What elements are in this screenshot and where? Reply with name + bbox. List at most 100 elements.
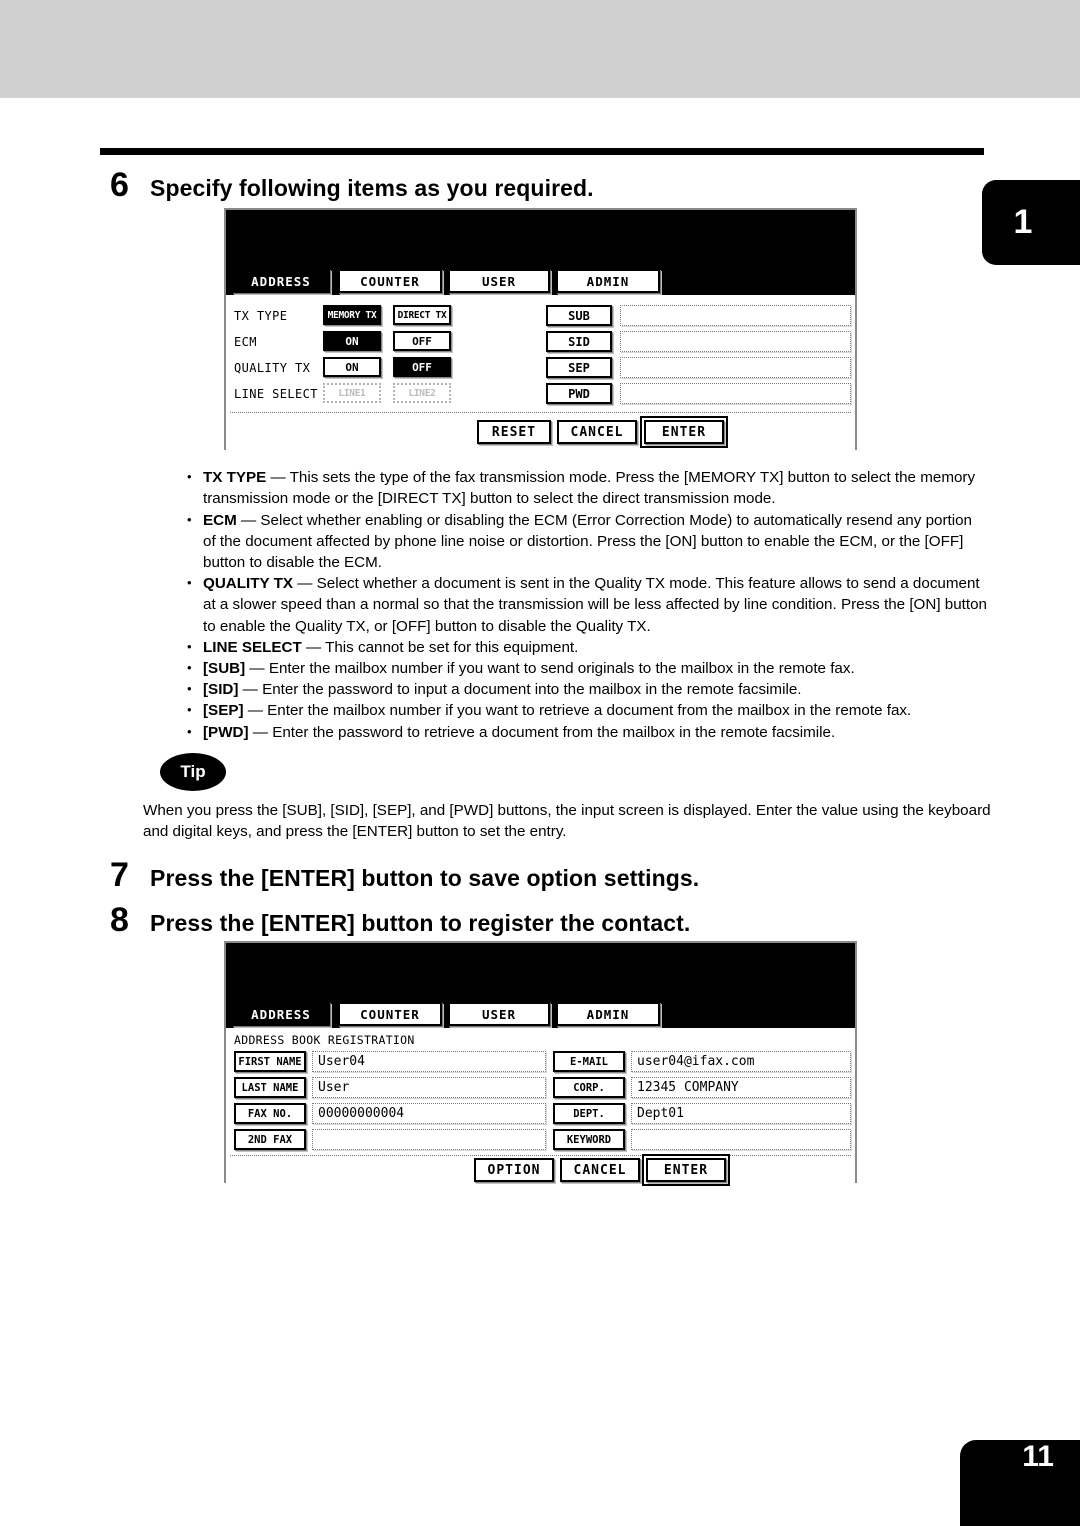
step-7-text: Press the [ENTER] button to save option … — [150, 865, 700, 891]
bullet-term: [PWD] — [203, 723, 249, 741]
field-sub[interactable] — [620, 305, 851, 326]
button-first-name[interactable]: FIRST NAME — [234, 1051, 306, 1072]
chapter-marker: 1 — [982, 180, 1080, 265]
button-fax-no[interactable]: FAX NO. — [234, 1103, 306, 1124]
list-item: [SUB] — Enter the mailbox number if you … — [183, 657, 988, 679]
page-header-band — [0, 0, 1080, 98]
bullet-text: — Enter the password to input a document… — [238, 681, 802, 699]
button-last-name[interactable]: LAST NAME — [234, 1077, 306, 1098]
step-8-text: Press the [ENTER] button to register the… — [150, 910, 691, 936]
button-dept[interactable]: DEPT. — [553, 1103, 625, 1124]
option-button[interactable]: OPTION — [474, 1158, 554, 1182]
option-description-list: TX TYPE — This sets the type of the fax … — [143, 466, 988, 743]
button-2nd-fax[interactable]: 2ND FAX — [234, 1129, 306, 1150]
tip-text: When you press the [SUB], [SID], [SEP], … — [143, 802, 991, 841]
button-quality-tx-off[interactable]: OFF — [393, 357, 451, 377]
button-pwd[interactable]: PWD — [546, 383, 612, 404]
page-number: 11 — [960, 1440, 1080, 1526]
button-direct-tx[interactable]: DIRECT TX — [393, 305, 451, 325]
bullet-text: — This cannot be set for this equipment. — [301, 638, 579, 656]
field-corp[interactable]: 12345 COMPANY — [631, 1077, 851, 1098]
button-keyword[interactable]: KEYWORD — [553, 1129, 625, 1150]
field-first-name[interactable]: User04 — [312, 1051, 546, 1072]
button-line2: LINE2 — [393, 383, 451, 403]
list-item: TX TYPE — This sets the type of the fax … — [183, 466, 988, 509]
tip-badge-wrap: Tip — [160, 753, 226, 791]
bullet-term: [SID] — [203, 681, 239, 699]
tab-address[interactable]: ADDRESS — [232, 1002, 330, 1026]
panel2-tab-bar: ADDRESS COUNTER USER ADMIN — [226, 1000, 855, 1028]
button-email[interactable]: E-MAIL — [553, 1051, 625, 1072]
bullet-term: LINE SELECT — [203, 638, 302, 656]
tab-address[interactable]: ADDRESS — [232, 269, 330, 293]
field-email[interactable]: user04@ifax.com — [631, 1051, 851, 1072]
list-item: LINE SELECT — This cannot be set for thi… — [183, 636, 988, 658]
field-sid[interactable] — [620, 331, 851, 352]
reset-button[interactable]: RESET — [477, 420, 551, 444]
step-8-number: 8 — [110, 901, 129, 939]
button-ecm-on[interactable]: ON — [323, 331, 381, 351]
field-keyword[interactable] — [631, 1129, 851, 1150]
list-item: [SEP] — Enter the mailbox number if you … — [183, 699, 988, 721]
bullet-text: — Enter the password to retrieve a docum… — [248, 723, 836, 741]
step-7-number: 7 — [110, 856, 129, 894]
field-fax-no[interactable]: 00000000004 — [312, 1103, 546, 1124]
panel2-body: ADDRESS BOOK REGISTRATION FIRST NAME Use… — [226, 1028, 855, 1186]
cancel-button[interactable]: CANCEL — [560, 1158, 640, 1182]
panel2-status-area — [226, 943, 855, 1000]
step-7-heading: 7 Press the [ENTER] button to save optio… — [110, 858, 699, 892]
list-item: [PWD] — Enter the password to retrieve a… — [183, 721, 988, 743]
button-corp[interactable]: CORP. — [553, 1077, 625, 1098]
label-ecm: ECM — [234, 335, 257, 349]
label-line-select: LINE SELECT — [234, 387, 318, 401]
tab-counter[interactable]: COUNTER — [338, 1002, 442, 1026]
bullet-text: — This sets the type of the fax transmis… — [203, 469, 976, 508]
button-line1: LINE1 — [323, 383, 381, 403]
button-sub[interactable]: SUB — [546, 305, 612, 326]
tab-counter[interactable]: COUNTER — [338, 269, 442, 293]
step-6-number: 6 — [110, 166, 129, 204]
bullet-term: QUALITY TX — [203, 575, 294, 593]
tab-admin[interactable]: ADMIN — [556, 1002, 660, 1026]
field-last-name[interactable]: User — [312, 1077, 546, 1098]
field-pwd[interactable] — [620, 383, 851, 404]
tip-badge: Tip — [160, 753, 226, 791]
bullet-text: — Enter the mailbox number if you want t… — [245, 660, 855, 678]
field-sep[interactable] — [620, 357, 851, 378]
bullet-term: [SEP] — [203, 702, 244, 720]
tab-user[interactable]: USER — [448, 1002, 550, 1026]
address-book-registration-screen: ADDRESS COUNTER USER ADMIN ADDRESS BOOK … — [224, 941, 857, 1186]
bullet-text: — Select whether a document is sent in t… — [203, 575, 987, 635]
step-6-heading: 6 Specify following items as you require… — [110, 168, 594, 202]
button-quality-tx-on[interactable]: ON — [323, 357, 381, 377]
tab-admin[interactable]: ADMIN — [556, 269, 660, 293]
list-item: QUALITY TX — Select whether a document i… — [183, 572, 988, 637]
bullet-text: — Enter the mailbox number if you want t… — [243, 702, 912, 720]
list-item: [SID] — Enter the password to input a do… — [183, 678, 988, 700]
panel2-divider — [230, 1155, 851, 1156]
panel1-status-area — [226, 210, 855, 267]
tab-user[interactable]: USER — [448, 269, 550, 293]
panel2-title: ADDRESS BOOK REGISTRATION — [234, 1033, 415, 1047]
bullet-term: [SUB] — [203, 660, 246, 678]
button-sep[interactable]: SEP — [546, 357, 612, 378]
fax-option-screen: ADDRESS COUNTER USER ADMIN TX TYPE ECM Q… — [224, 208, 857, 450]
step-8-heading: 8 Press the [ENTER] button to register t… — [110, 903, 690, 937]
panel1-body: TX TYPE ECM QUALITY TX LINE SELECT MEMOR… — [226, 295, 855, 450]
bullet-term: TX TYPE — [203, 469, 267, 487]
panel1-divider — [230, 412, 851, 413]
horizontal-rule — [100, 148, 984, 155]
list-item: ECM — Select whether enabling or disabli… — [183, 509, 988, 574]
enter-button[interactable]: ENTER — [640, 416, 728, 448]
field-2nd-fax[interactable] — [312, 1129, 546, 1150]
bullet-term: ECM — [203, 511, 237, 529]
button-memory-tx[interactable]: MEMORY TX — [323, 305, 381, 325]
button-ecm-off[interactable]: OFF — [393, 331, 451, 351]
cancel-button[interactable]: CANCEL — [557, 420, 637, 444]
bullet-text: — Select whether enabling or disabling t… — [203, 511, 973, 571]
step-6-text: Specify following items as you required. — [150, 175, 594, 201]
button-sid[interactable]: SID — [546, 331, 612, 352]
field-dept[interactable]: Dept01 — [631, 1103, 851, 1124]
enter-button[interactable]: ENTER — [642, 1154, 730, 1186]
panel1-tab-bar: ADDRESS COUNTER USER ADMIN — [226, 267, 855, 295]
